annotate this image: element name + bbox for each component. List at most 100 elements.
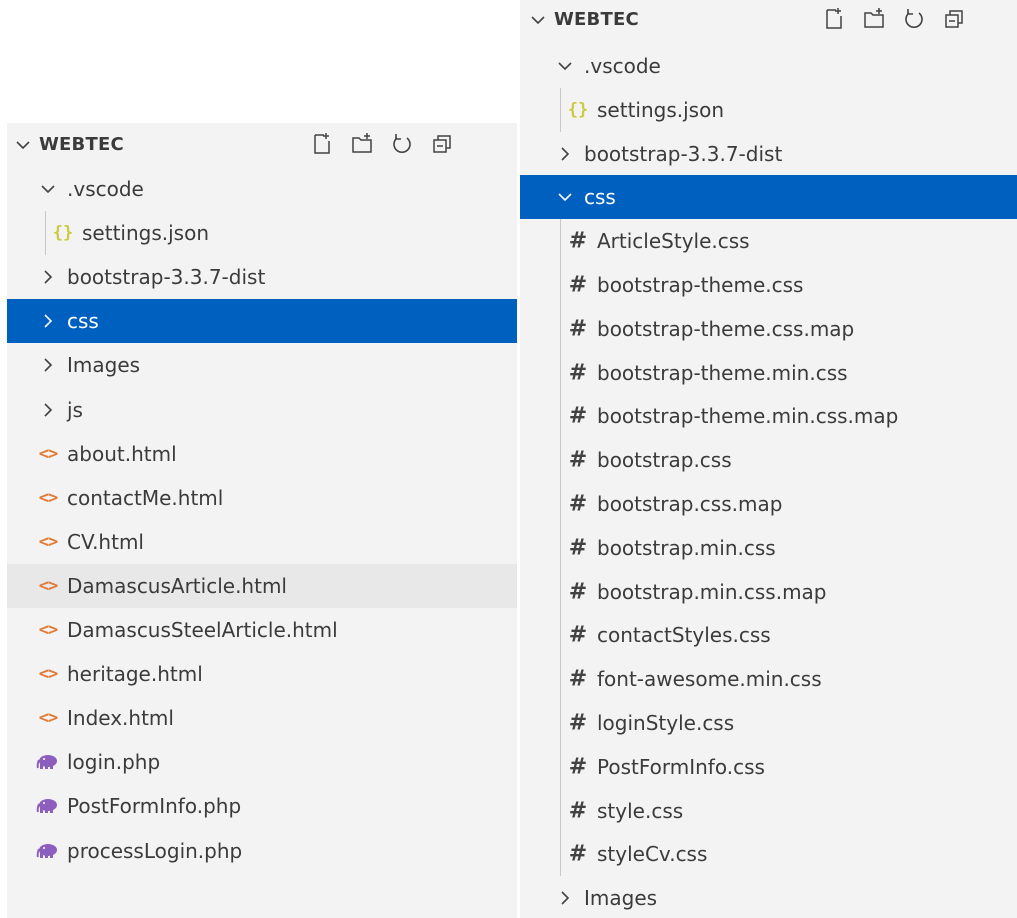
- new-folder-icon[interactable]: [854, 4, 894, 34]
- file-item[interactable]: <> DamascusSteelArticle.html: [7, 608, 517, 652]
- file-item[interactable]: # bootstrap.css: [520, 438, 1017, 482]
- php-elephant-icon: [35, 797, 61, 815]
- indent-guide: [560, 569, 561, 614]
- folder-item[interactable]: bootstrap-3.3.7-dist: [520, 132, 1017, 176]
- css-hash-icon: #: [568, 579, 588, 605]
- explorer-header[interactable]: WEBTEC: [7, 123, 517, 167]
- item-label: processLogin.php: [67, 838, 243, 863]
- html-brackets-icon: <>: [38, 664, 59, 685]
- new-file-icon[interactable]: [302, 129, 342, 159]
- folder-item[interactable]: js: [7, 388, 517, 432]
- file-item[interactable]: <> contactMe.html: [7, 476, 517, 520]
- css-hash-icon: #: [568, 491, 588, 517]
- item-label: css: [584, 185, 616, 210]
- html-brackets-icon: <>: [38, 575, 59, 596]
- item-label: bootstrap-theme.css.map: [597, 316, 855, 341]
- file-item[interactable]: # bootstrap-theme.min.css.map: [520, 394, 1017, 438]
- css-hash-icon: #: [568, 841, 588, 867]
- file-item[interactable]: # contactStyles.css: [520, 613, 1017, 657]
- item-label: DamascusSteelArticle.html: [67, 618, 338, 642]
- css-hash-icon: #: [568, 535, 588, 561]
- refresh-icon[interactable]: [382, 129, 422, 159]
- css-hash-icon: #: [568, 666, 588, 692]
- folder-item[interactable]: Images: [7, 343, 517, 387]
- item-label: PostFormInfo.php: [67, 794, 242, 819]
- file-item[interactable]: <> Index.html: [7, 696, 517, 740]
- item-label: bootstrap-3.3.7-dist: [584, 141, 783, 166]
- chevron-down-icon[interactable]: [528, 10, 548, 30]
- item-label: DamascusArticle.html: [67, 573, 287, 598]
- php-elephant-icon: [35, 753, 61, 771]
- file-item[interactable]: # bootstrap.min.css: [520, 526, 1017, 570]
- collapse-all-icon[interactable]: [934, 4, 974, 34]
- file-item[interactable]: # style.css: [520, 789, 1017, 833]
- file-item[interactable]: # loginStyle.css: [520, 701, 1017, 745]
- chevron-right-icon: [35, 400, 61, 420]
- refresh-icon[interactable]: [894, 4, 934, 34]
- file-item[interactable]: <> CV.html: [7, 520, 517, 564]
- file-item[interactable]: # bootstrap.min.css.map: [520, 570, 1017, 614]
- file-item[interactable]: # ArticleStyle.css: [520, 219, 1017, 263]
- file-item[interactable]: # bootstrap.css.map: [520, 482, 1017, 526]
- indent-guide: [560, 744, 561, 789]
- file-item[interactable]: <> about.html: [7, 432, 517, 476]
- file-item[interactable]: <> heritage.html: [7, 652, 517, 696]
- indent-guide: [560, 87, 561, 132]
- indent-guide: [560, 482, 561, 526]
- indent-guide: [560, 394, 561, 439]
- item-label: bootstrap-3.3.7-dist: [67, 265, 266, 290]
- file-item[interactable]: # font-awesome.min.css: [520, 657, 1017, 701]
- folder-item[interactable]: Images: [520, 876, 1017, 918]
- css-hash-icon: #: [568, 228, 588, 254]
- folder-item[interactable]: css: [520, 175, 1017, 220]
- file-item[interactable]: # styleCv.css: [520, 832, 1017, 876]
- file-item[interactable]: {} settings.json: [520, 88, 1017, 132]
- item-label: bootstrap-theme.min.css: [597, 360, 848, 385]
- file-item[interactable]: processLogin.php: [7, 829, 517, 873]
- item-label: Index.html: [67, 706, 174, 731]
- file-item[interactable]: # PostFormInfo.css: [520, 745, 1017, 789]
- item-label: heritage.html: [67, 662, 203, 687]
- collapse-all-icon[interactable]: [422, 129, 462, 159]
- item-label: bootstrap-theme.css: [597, 273, 804, 297]
- chevron-right-icon: [552, 144, 578, 164]
- indent-guide: [560, 525, 561, 570]
- folder-item[interactable]: css: [7, 299, 517, 344]
- item-label: PostFormInfo.css: [597, 754, 765, 779]
- indent-guide: [560, 701, 561, 745]
- item-label: settings.json: [82, 221, 210, 246]
- file-item[interactable]: PostFormInfo.php: [7, 784, 517, 828]
- chevron-right-icon: [552, 888, 578, 908]
- explorer-panel-right: WEBTEC .vscode {} settings.json bootstrap-3…: [520, 0, 1017, 918]
- new-folder-icon[interactable]: [342, 129, 382, 159]
- chevron-down-icon: [552, 187, 578, 207]
- chevron-down-icon[interactable]: [13, 135, 33, 155]
- file-item[interactable]: login.php: [7, 740, 517, 784]
- file-item[interactable]: # bootstrap-theme.css.map: [520, 307, 1017, 351]
- item-label: .vscode: [584, 54, 661, 78]
- file-item[interactable]: <> DamascusArticle.html: [7, 563, 517, 608]
- chevron-down-icon: [35, 179, 61, 199]
- file-item[interactable]: # bootstrap-theme.min.css: [520, 351, 1017, 395]
- explorer-header[interactable]: WEBTEC: [520, 0, 1017, 44]
- html-brackets-icon: <>: [38, 443, 59, 464]
- indent-guide: [560, 613, 561, 658]
- json-braces-icon: {}: [567, 99, 589, 120]
- folder-item[interactable]: .vscode: [520, 44, 1017, 88]
- indent-guide: [560, 832, 561, 877]
- new-file-icon[interactable]: [814, 4, 854, 34]
- item-label: css: [67, 309, 99, 334]
- file-item[interactable]: # bootstrap-theme.css: [520, 263, 1017, 307]
- item-label: styleCv.css: [597, 842, 708, 867]
- css-hash-icon: #: [568, 754, 588, 780]
- chevron-right-icon: [35, 311, 61, 331]
- item-label: js: [67, 397, 83, 422]
- folder-item[interactable]: .vscode: [7, 167, 517, 211]
- item-label: font-awesome.min.css: [597, 667, 822, 692]
- item-label: settings.json: [597, 97, 725, 122]
- item-label: bootstrap.css.map: [597, 492, 783, 516]
- file-item[interactable]: {} settings.json: [7, 211, 517, 255]
- folder-item[interactable]: bootstrap-3.3.7-dist: [7, 255, 517, 299]
- item-label: Images: [67, 353, 141, 378]
- indent-guide: [560, 438, 561, 482]
